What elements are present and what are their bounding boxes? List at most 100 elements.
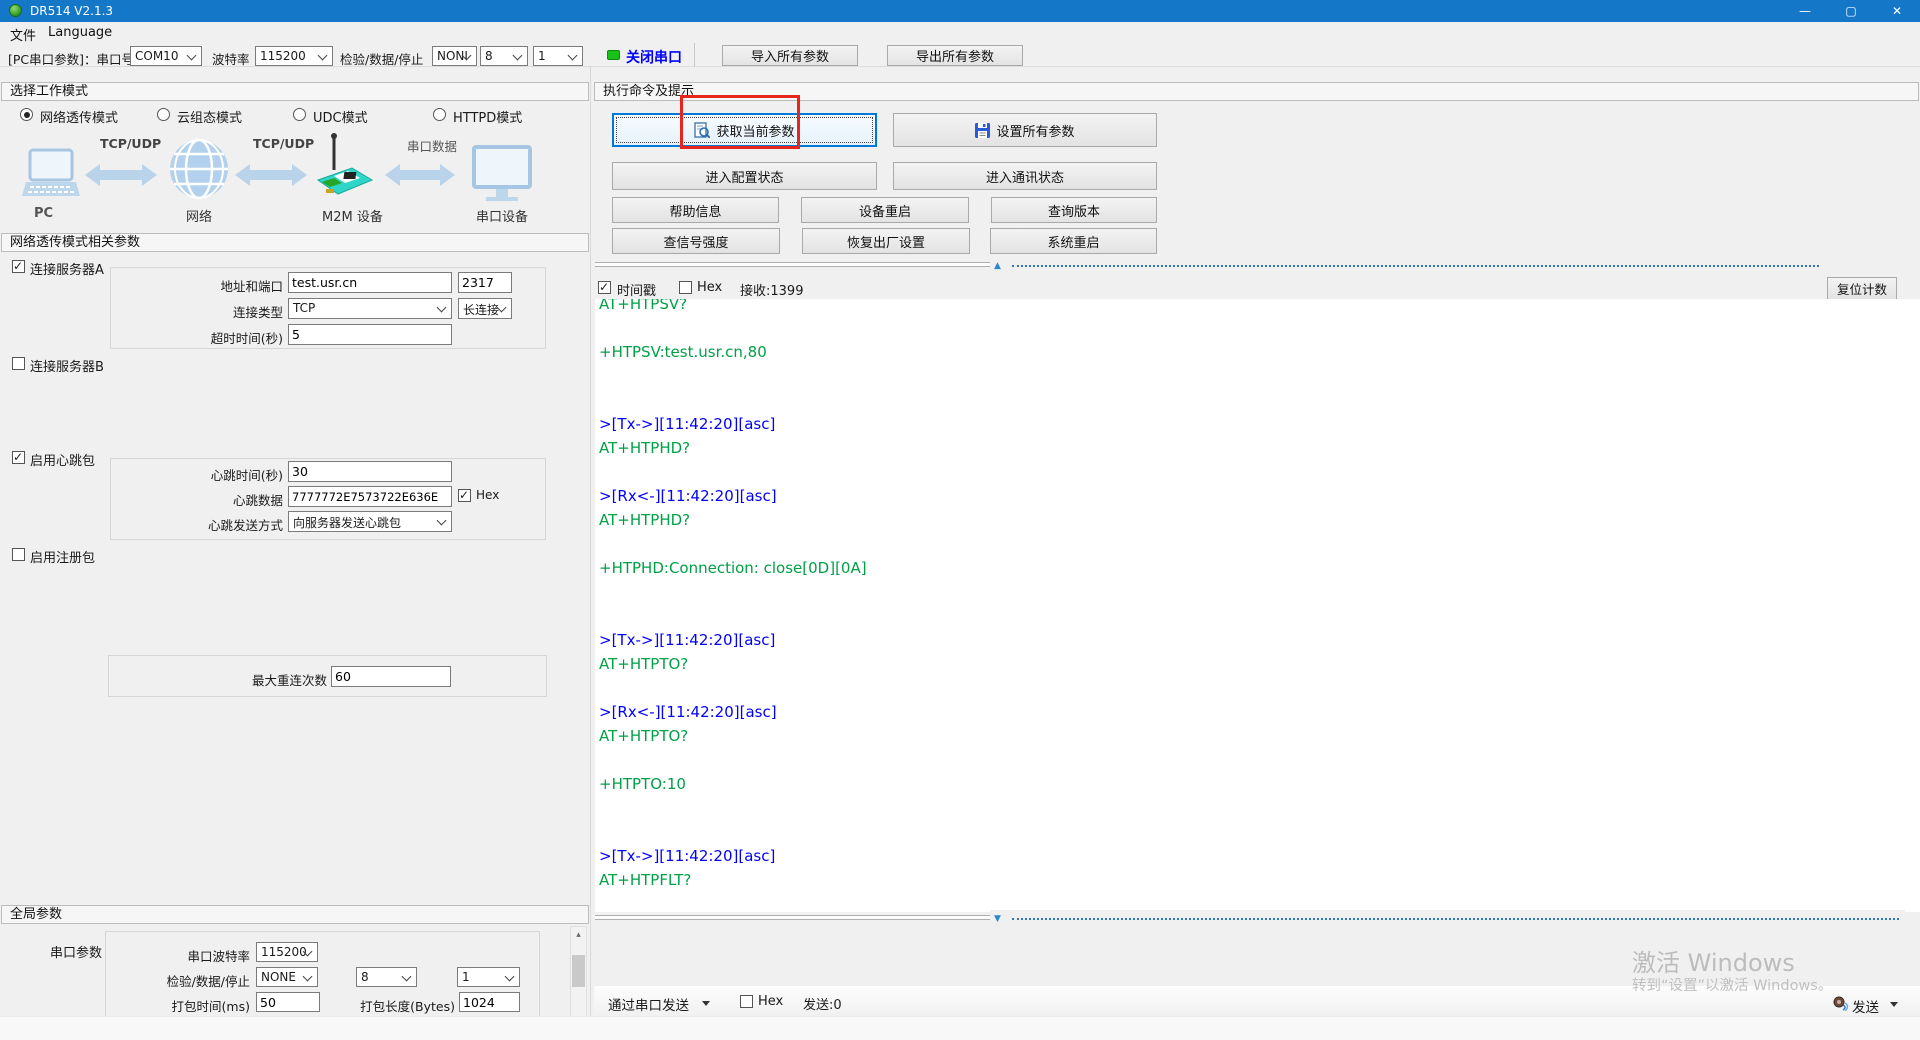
server-a-checkbox[interactable]: [12, 260, 25, 273]
timeout-label: 超时时间(秒): [150, 328, 283, 347]
log-line: AT+HTPHD?: [599, 508, 1920, 532]
timestamp-checkbox[interactable]: [598, 281, 611, 294]
device-restart-button[interactable]: 设备重启: [801, 197, 969, 223]
log-line: +HTPHD:Connection: close[0D][0A]: [599, 556, 1920, 580]
conn-type-select[interactable]: TCP: [288, 298, 452, 319]
enter-config-button[interactable]: 进入配置状态: [612, 162, 877, 190]
chevron-down-icon: [318, 51, 328, 61]
recv-count-label: 接收:1399: [740, 280, 803, 299]
radio-net-bridge-label: 网络透传模式: [40, 107, 118, 126]
log-line: [599, 364, 1920, 388]
global-stopbits-select[interactable]: 1: [457, 967, 520, 987]
heartbeat-time-input[interactable]: [288, 461, 452, 482]
send-button-arrow-icon[interactable]: [1890, 1002, 1898, 1007]
factory-reset-button[interactable]: 恢复出厂设置: [802, 228, 970, 254]
max-reconnect-input[interactable]: [331, 666, 451, 687]
chevron-down-icon: [437, 303, 447, 313]
scrollbar-thumb[interactable]: [572, 955, 585, 987]
heartbeat-label: 启用心跳包: [30, 450, 95, 469]
log-line: +HTPSV:test.usr.cn,80: [599, 340, 1920, 364]
maximize-button[interactable]: ▢: [1828, 0, 1874, 22]
query-version-button[interactable]: 查询版本: [991, 197, 1157, 223]
scroll-up-icon[interactable]: ▴: [571, 927, 586, 943]
reset-count-button[interactable]: 复位计数: [1827, 277, 1897, 300]
regpack-label: 启用注册包: [30, 547, 95, 566]
enter-comm-button[interactable]: 进入通讯状态: [893, 162, 1157, 190]
regpack-checkbox[interactable]: [12, 548, 25, 561]
log-bottom-slider[interactable]: ▼: [990, 910, 1905, 928]
heartbeat-mode-select[interactable]: 向服务器发送心跳包: [288, 511, 452, 532]
globe-icon: [168, 138, 230, 200]
recv-hex-checkbox[interactable]: [679, 281, 692, 294]
menu-bar: [0, 22, 1920, 44]
system-restart-button[interactable]: 系统重启: [990, 228, 1157, 254]
send-via-dropdown[interactable]: 通过串口发送: [608, 994, 689, 1014]
conn-type-label: 连接类型: [150, 302, 283, 321]
global-databits-select[interactable]: 8: [356, 967, 417, 987]
server-b-checkbox[interactable]: [12, 357, 25, 370]
radio-net-bridge-mode[interactable]: [20, 108, 33, 121]
help-button[interactable]: 帮助信息: [612, 197, 779, 223]
parity-label: 检验/数据/停止: [340, 49, 423, 68]
heartbeat-checkbox[interactable]: [12, 451, 25, 464]
link2-label: TCP/UDP: [253, 136, 314, 151]
set-params-button[interactable]: 设置所有参数: [893, 113, 1157, 147]
baud-select[interactable]: 115200: [255, 46, 333, 66]
serial-params-label: 串口参数: [50, 942, 102, 961]
serial-port-label: [PC串口参数]：串口号: [8, 49, 134, 68]
activate-windows-watermark: 激活 Windows: [1632, 943, 1795, 978]
global-baud-select[interactable]: 115200: [256, 942, 318, 962]
slider-up-thumb-icon[interactable]: ▲: [994, 261, 1001, 271]
send-icon: [1833, 995, 1849, 1011]
packtime-input[interactable]: [256, 992, 320, 1012]
conn-mode-select[interactable]: 长连接: [458, 298, 512, 319]
chevron-down-icon: [402, 972, 412, 982]
radio-udc-mode[interactable]: [293, 108, 306, 121]
log-line: [599, 316, 1920, 340]
export-params-button[interactable]: 导出所有参数: [887, 45, 1023, 66]
menu-item-file[interactable]: 文件: [10, 25, 36, 44]
slider-track[interactable]: [1012, 265, 1819, 267]
databits-select[interactable]: 8: [480, 46, 528, 66]
log-area[interactable]: AT+HTPSV? +HTPSV:test.usr.cn,80 >[Tx->][…: [595, 299, 1920, 912]
set-params-icon: [975, 123, 990, 138]
annotation-red-box: [680, 95, 800, 149]
log-line: [599, 388, 1920, 412]
radio-httpd-mode[interactable]: [433, 108, 446, 121]
monitor-icon: [472, 145, 532, 203]
heartbeat-data-input[interactable]: [288, 486, 452, 507]
import-params-button[interactable]: 导入所有参数: [722, 45, 858, 66]
panel-divider: [590, 66, 591, 1040]
log-line: [599, 820, 1920, 844]
minimize-button[interactable]: —: [1782, 0, 1828, 22]
parity-select[interactable]: NONI: [432, 46, 477, 66]
log-line: AT+HTPHD?: [599, 436, 1920, 460]
slider-down-thumb-icon[interactable]: ▼: [994, 914, 1001, 924]
global-parity-select[interactable]: NONE: [256, 967, 318, 987]
log-top-slider[interactable]: ▲: [990, 257, 1825, 275]
menu-item-language[interactable]: Language: [48, 25, 112, 40]
signal-strength-button[interactable]: 查信号强度: [612, 228, 780, 254]
m2m-device-icon: [312, 132, 376, 204]
send-button[interactable]: 发送: [1852, 996, 1879, 1016]
port-open-status-icon: [607, 50, 620, 60]
send-hex-checkbox[interactable]: [740, 995, 753, 1008]
stopbits-select[interactable]: 1: [533, 46, 583, 66]
packlen-label: 打包长度(Bytes): [352, 996, 455, 1015]
log-line: >[Tx->][11:42:20][asc]: [599, 844, 1920, 868]
packlen-input[interactable]: [459, 992, 520, 1012]
heartbeat-hex-label: Hex: [476, 488, 499, 502]
close-port-button[interactable]: 关闭串口: [626, 47, 682, 67]
send-via-arrow-icon[interactable]: [702, 1001, 710, 1006]
server-a-address-input[interactable]: [288, 272, 452, 293]
server-a-port-input[interactable]: [458, 272, 512, 293]
bottom-strip: [0, 1016, 1920, 1040]
m2m-label: M2M 设备: [322, 206, 383, 225]
heartbeat-hex-checkbox[interactable]: [458, 489, 471, 502]
close-button[interactable]: ✕: [1874, 0, 1920, 22]
serial-port-select[interactable]: COM10: [130, 46, 202, 66]
slider-track[interactable]: [1012, 918, 1899, 920]
radio-cloud-mode[interactable]: [157, 108, 170, 121]
set-params-button-label: 设置所有参数: [996, 121, 1074, 140]
timeout-input[interactable]: [288, 324, 452, 345]
